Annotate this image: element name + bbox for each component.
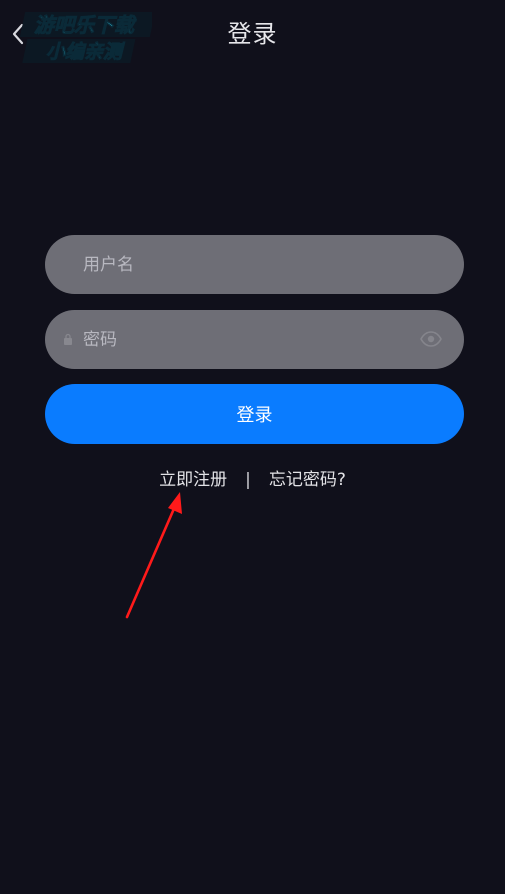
username-input[interactable] <box>45 235 464 294</box>
link-divider: | <box>245 470 251 490</box>
eye-icon-glyph <box>420 331 442 347</box>
forgot-password-link[interactable]: 忘记密码? <box>269 470 346 490</box>
eye-icon[interactable] <box>420 329 442 349</box>
watermark-line1: 游吧乐下载 <box>34 13 137 37</box>
password-field[interactable] <box>45 310 464 369</box>
login-button[interactable]: 登录 <box>45 384 464 444</box>
username-field[interactable] <box>45 235 464 294</box>
annotation-arrow <box>125 492 182 619</box>
register-link[interactable]: 立即注册 <box>159 470 227 490</box>
watermark-line2: 小编亲测 <box>46 41 126 63</box>
watermark-logo: 游吧乐下载 小编亲测 <box>19 12 152 63</box>
header-bar: 登录 游吧乐下载 小编亲测 <box>0 0 505 68</box>
password-input[interactable] <box>45 310 464 369</box>
auth-links: 立即注册 | 忘记密码? <box>0 467 505 493</box>
